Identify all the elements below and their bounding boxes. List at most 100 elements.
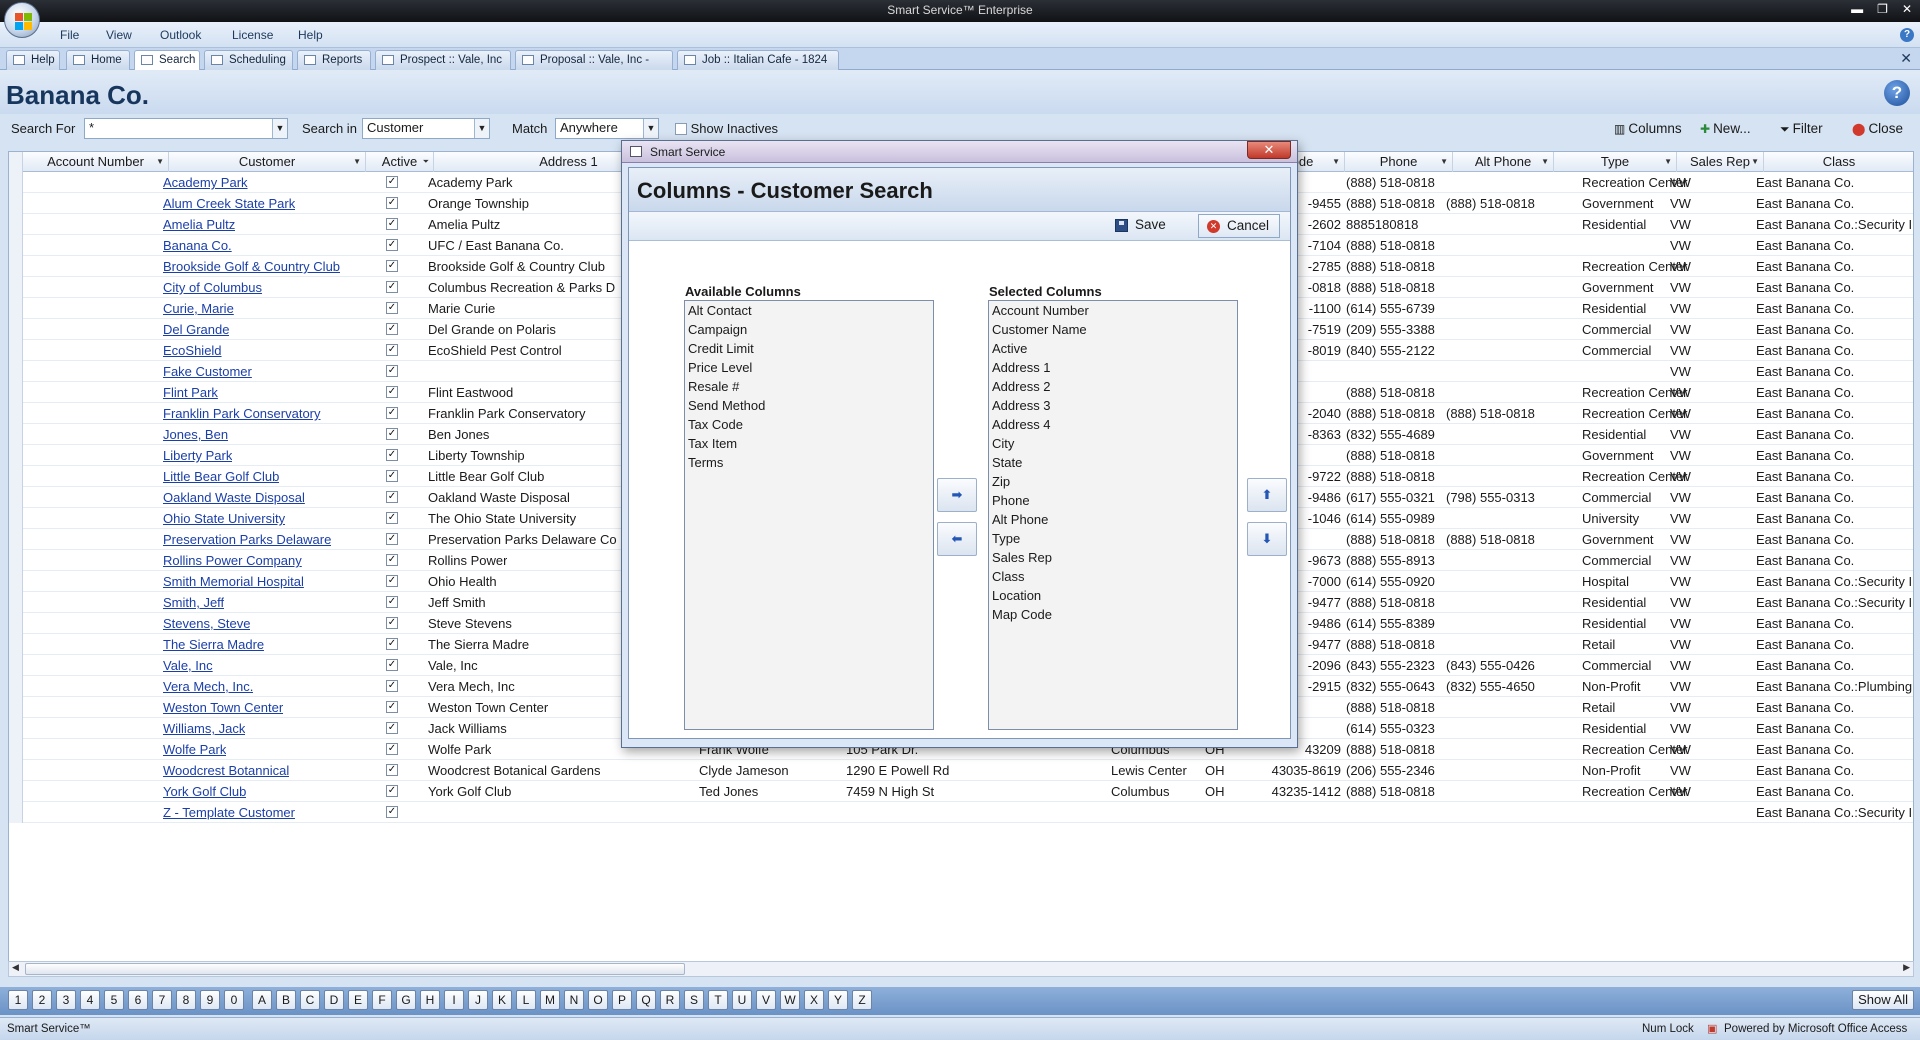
alpha-key[interactable]: 0: [224, 990, 244, 1010]
row-selector[interactable]: [9, 256, 23, 277]
active-checkbox[interactable]: ✓: [386, 176, 398, 188]
tab-job-italian-cafe-1824[interactable]: Job :: Italian Cafe - 1824: [677, 50, 839, 70]
row-selector[interactable]: [9, 361, 23, 382]
row-selector[interactable]: [9, 403, 23, 424]
column-header-alt-phone[interactable]: Alt Phone ▼: [1453, 152, 1554, 172]
match-select[interactable]: Anywhere ▼: [555, 118, 659, 139]
row-selector[interactable]: [9, 340, 23, 361]
search-in-select[interactable]: Customer ▼: [362, 118, 490, 139]
active-checkbox[interactable]: ✓: [386, 323, 398, 335]
sort-arrow-icon[interactable]: ▼: [1332, 152, 1340, 172]
active-checkbox[interactable]: ✓: [386, 302, 398, 314]
close-tab-icon[interactable]: ✕: [1900, 50, 1912, 67]
help-circle-icon[interactable]: ?: [1900, 28, 1914, 42]
row-selector[interactable]: [9, 634, 23, 655]
row-selector[interactable]: [9, 382, 23, 403]
table-row[interactable]: York Golf Club York Golf Club Ted Jones 745…: [9, 781, 1913, 802]
alpha-key[interactable]: 8: [176, 990, 196, 1010]
alpha-key[interactable]: T: [708, 990, 728, 1010]
selected-column-item[interactable]: Location: [989, 586, 1237, 605]
alpha-key[interactable]: P: [612, 990, 632, 1010]
alpha-key[interactable]: 4: [80, 990, 100, 1010]
search-for-input[interactable]: * ▼: [84, 118, 288, 139]
selected-column-item[interactable]: Zip: [989, 472, 1237, 491]
active-checkbox[interactable]: ✓: [386, 554, 398, 566]
active-checkbox[interactable]: ✓: [386, 512, 398, 524]
available-column-item[interactable]: Tax Item: [685, 434, 933, 453]
column-header-active[interactable]: Active ⏷: [366, 152, 434, 172]
selected-column-item[interactable]: Alt Phone: [989, 510, 1237, 529]
alpha-key[interactable]: G: [396, 990, 416, 1010]
row-selector[interactable]: [9, 508, 23, 529]
move-up-button[interactable]: ⬆: [1247, 478, 1287, 512]
row-selector[interactable]: [9, 676, 23, 697]
customer-link[interactable]: Banana Co.: [163, 235, 232, 256]
active-checkbox[interactable]: ✓: [386, 575, 398, 587]
new-button[interactable]: ✚ New...: [1700, 121, 1751, 136]
horizontal-scrollbar[interactable]: ◀ ▶: [8, 961, 1914, 977]
active-checkbox[interactable]: ✓: [386, 239, 398, 251]
available-column-item[interactable]: Tax Code: [685, 415, 933, 434]
row-selector[interactable]: [9, 571, 23, 592]
customer-link[interactable]: Vera Mech, Inc.: [163, 676, 253, 697]
active-checkbox[interactable]: ✓: [386, 197, 398, 209]
active-checkbox[interactable]: ✓: [386, 806, 398, 818]
available-column-item[interactable]: Credit Limit: [685, 339, 933, 358]
columns-button[interactable]: ▥ Columns: [1614, 121, 1682, 136]
show-inactives-checkbox[interactable]: [675, 123, 687, 135]
alpha-key[interactable]: L: [516, 990, 536, 1010]
tab-help[interactable]: Help: [6, 50, 60, 70]
row-selector[interactable]: [9, 760, 23, 781]
alpha-key[interactable]: Z: [852, 990, 872, 1010]
menu-item-view[interactable]: View: [106, 28, 132, 42]
active-checkbox[interactable]: ✓: [386, 407, 398, 419]
active-checkbox[interactable]: ✓: [386, 281, 398, 293]
selected-column-item[interactable]: State: [989, 453, 1237, 472]
row-selector[interactable]: [9, 487, 23, 508]
customer-link[interactable]: Liberty Park: [163, 445, 232, 466]
customer-link[interactable]: Flint Park: [163, 382, 218, 403]
alpha-key[interactable]: Q: [636, 990, 656, 1010]
active-checkbox[interactable]: ✓: [386, 428, 398, 440]
column-header-class[interactable]: Class: [1764, 152, 1913, 172]
move-right-button[interactable]: ➡: [937, 478, 977, 512]
menu-item-license[interactable]: License: [232, 28, 273, 42]
row-selector[interactable]: [9, 613, 23, 634]
customer-link[interactable]: Ohio State University: [163, 508, 285, 529]
sort-arrow-icon[interactable]: ▼: [1664, 152, 1672, 172]
customer-link[interactable]: Franklin Park Conservatory: [163, 403, 321, 424]
alpha-key[interactable]: D: [324, 990, 344, 1010]
column-header-account-number[interactable]: Account Number ▼: [23, 152, 169, 172]
row-selector[interactable]: [9, 550, 23, 571]
tab-scheduling[interactable]: Scheduling: [204, 50, 293, 70]
show-all-button[interactable]: Show All: [1852, 990, 1914, 1010]
customer-link[interactable]: Wolfe Park: [163, 739, 226, 760]
alpha-key[interactable]: V: [756, 990, 776, 1010]
customer-link[interactable]: Brookside Golf & Country Club: [163, 256, 340, 277]
tab-prospect-vale-inc[interactable]: Prospect :: Vale, Inc: [375, 50, 511, 70]
show-inactives-toggle[interactable]: Show Inactives: [675, 121, 778, 136]
available-column-item[interactable]: Send Method: [685, 396, 933, 415]
customer-link[interactable]: Weston Town Center: [163, 697, 283, 718]
save-button[interactable]: Save: [1107, 214, 1176, 238]
active-checkbox[interactable]: ✓: [386, 470, 398, 482]
alpha-key[interactable]: 6: [128, 990, 148, 1010]
customer-link[interactable]: EcoShield: [163, 340, 222, 361]
row-selector[interactable]: [9, 529, 23, 550]
row-selector[interactable]: [9, 697, 23, 718]
menu-item-help[interactable]: Help: [298, 28, 323, 42]
active-checkbox[interactable]: ✓: [386, 659, 398, 671]
customer-link[interactable]: Del Grande: [163, 319, 229, 340]
alpha-key[interactable]: 5: [104, 990, 124, 1010]
alpha-key[interactable]: B: [276, 990, 296, 1010]
active-checkbox[interactable]: ✓: [386, 785, 398, 797]
customer-link[interactable]: Vale, Inc: [163, 655, 213, 676]
alpha-key[interactable]: U: [732, 990, 752, 1010]
alpha-key[interactable]: 7: [152, 990, 172, 1010]
tab-proposal-vale-inc-1670[interactable]: Proposal :: Vale, Inc - 1670: [515, 50, 673, 85]
dialog-close-button[interactable]: ✕: [1247, 141, 1291, 159]
row-selector[interactable]: [9, 655, 23, 676]
sort-arrow-icon[interactable]: ▼: [1440, 152, 1448, 172]
filter-icon[interactable]: ⏷: [423, 152, 429, 172]
customer-link[interactable]: Smith, Jeff: [163, 592, 224, 613]
